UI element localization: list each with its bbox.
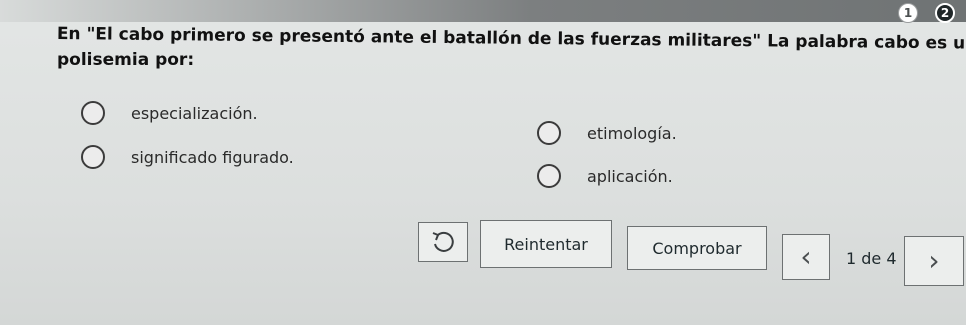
option-etimologia[interactable]: etimología. [537, 121, 677, 145]
radio-button[interactable] [81, 145, 105, 169]
page-counter: 1 de 4 [846, 249, 897, 268]
question-line-2: polisemia por: [57, 50, 195, 70]
option-especializacion[interactable]: especialización. [81, 101, 258, 125]
retry-label: Reintentar [504, 234, 588, 254]
check-label: Comprobar [652, 238, 742, 258]
option-label: aplicación. [587, 166, 673, 186]
check-button[interactable]: Comprobar [627, 226, 767, 270]
step-indicator-2[interactable]: 2 [935, 3, 955, 23]
radio-button[interactable] [537, 121, 561, 145]
previous-button[interactable]: ‹ [782, 234, 830, 280]
retry-button[interactable]: Reintentar [480, 220, 612, 268]
quiz-page: 1 2 En "El cabo primero se presentó ante… [0, 0, 966, 325]
chevron-left-icon: ‹ [800, 240, 812, 273]
option-significado-figurado[interactable]: significado figurado. [81, 145, 294, 169]
radio-button[interactable] [81, 101, 105, 125]
next-button[interactable]: › [904, 236, 964, 286]
radio-button[interactable] [537, 164, 561, 188]
undo-button[interactable] [418, 222, 468, 262]
option-aplicacion[interactable]: aplicación. [537, 164, 673, 188]
option-label: etimología. [587, 123, 677, 143]
option-label: significado figurado. [131, 147, 294, 167]
top-progress-bar [0, 0, 966, 22]
step-indicator-1[interactable]: 1 [898, 3, 918, 23]
undo-icon [432, 231, 454, 252]
option-label: especialización. [131, 103, 258, 123]
chevron-right-icon: › [928, 244, 940, 277]
